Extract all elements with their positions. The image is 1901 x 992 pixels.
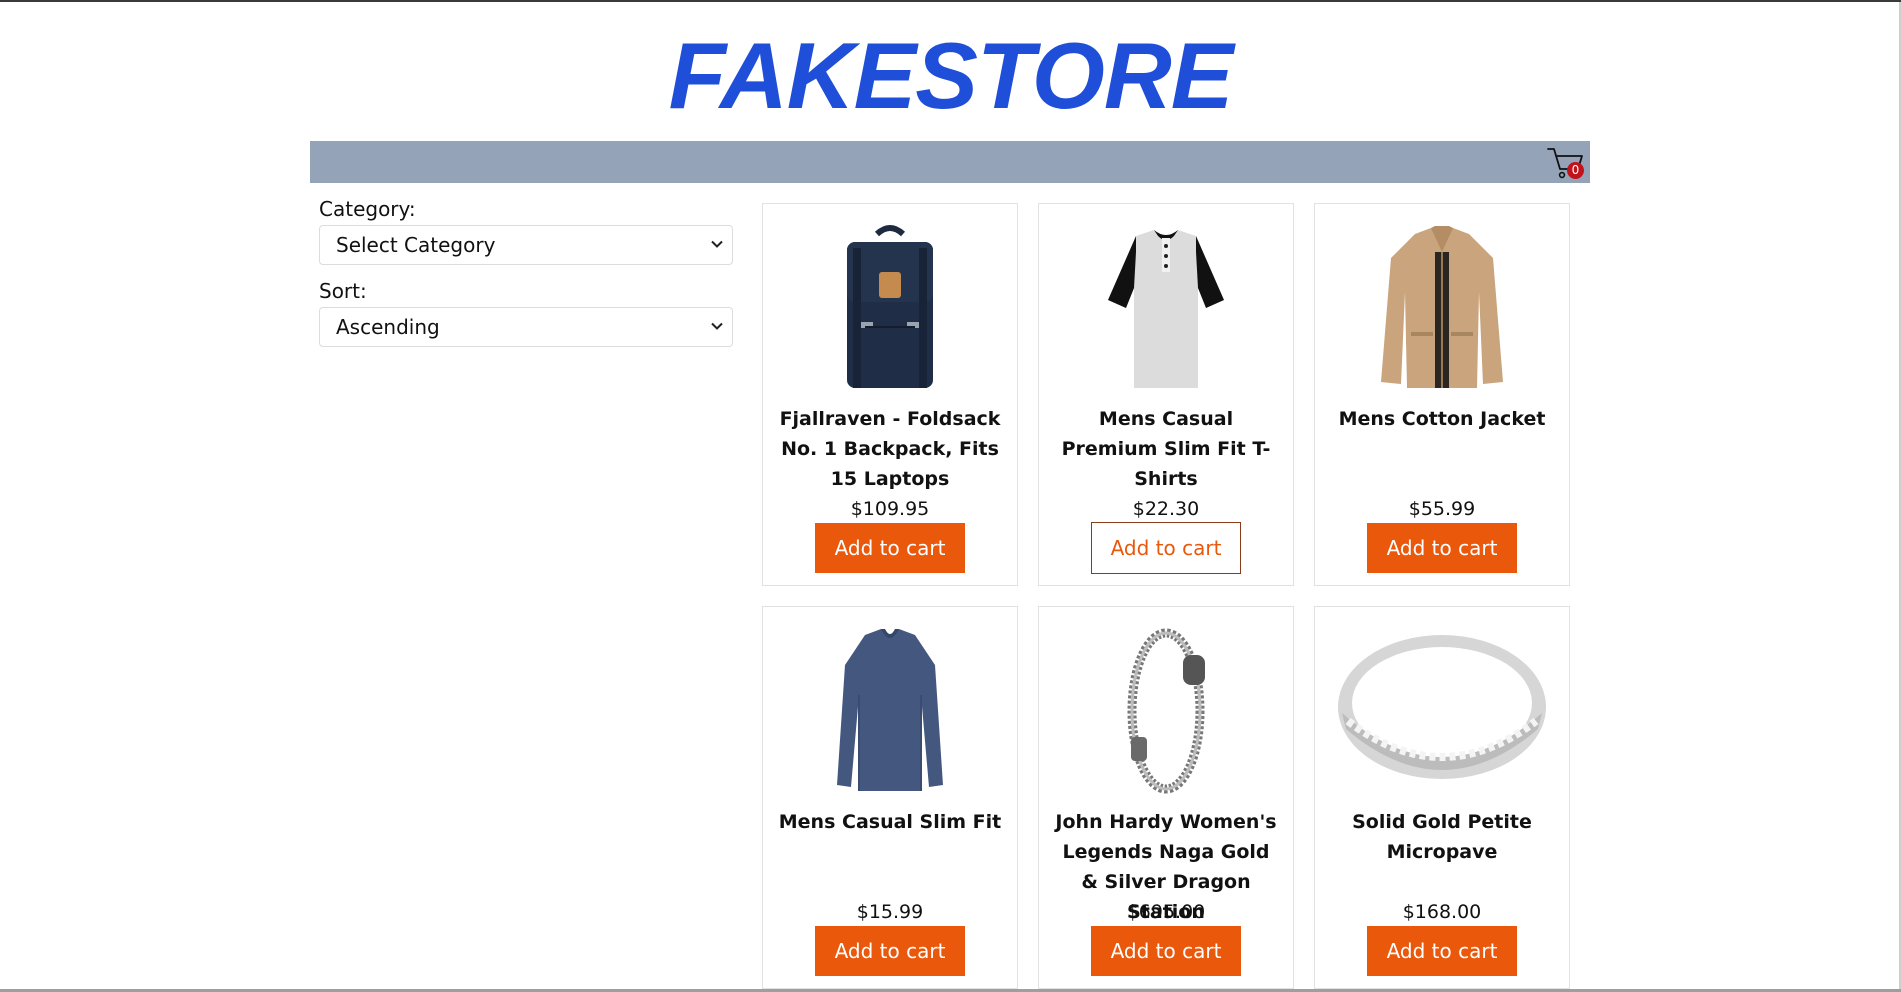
category-select[interactable]: Select Category [319, 225, 733, 265]
sort-select-value: Ascending [336, 315, 440, 339]
add-to-cart-button[interactable]: Add to cart [815, 926, 965, 976]
sort-select[interactable]: Ascending [319, 307, 733, 347]
chevron-down-icon [711, 322, 723, 330]
product-price: $695.00 [1126, 901, 1206, 923]
jacket-image [1381, 226, 1503, 388]
product-title[interactable]: Mens Casual Slim Fit [775, 807, 1005, 837]
bracelet-image [1127, 628, 1205, 794]
product-price: $168.00 [1402, 901, 1482, 923]
product-price: $15.99 [856, 901, 924, 923]
page: FAKESTORE 0 Category: Select Category So… [0, 0, 1901, 992]
product-card: Mens Casual Premium Slim Fit T-Shirts $2… [1038, 203, 1294, 586]
product-title[interactable]: Mens Cotton Jacket [1327, 404, 1557, 434]
ring-image [1338, 635, 1546, 779]
navbar: 0 [310, 141, 1590, 183]
product-image[interactable] [1315, 625, 1569, 797]
filters-panel: Category: Select Category Sort: Ascendin… [319, 197, 733, 361]
product-image[interactable] [1039, 625, 1293, 797]
category-select-value: Select Category [336, 233, 496, 257]
add-to-cart-button[interactable]: Add to cart [1091, 926, 1241, 976]
chevron-down-icon [711, 240, 723, 248]
cart-count-badge: 0 [1567, 162, 1584, 179]
product-image[interactable] [1039, 222, 1293, 394]
product-image[interactable] [763, 625, 1017, 797]
product-card: John Hardy Women's Legends Naga Gold & S… [1038, 606, 1294, 989]
add-to-cart-button[interactable]: Add to cart [815, 523, 965, 573]
longsleeve-image [837, 629, 943, 791]
cart-button[interactable]: 0 [1546, 145, 1586, 181]
product-card: Fjallraven - Foldsack No. 1 Backpack, Fi… [762, 203, 1018, 586]
brand-title: FAKESTORE [668, 23, 1234, 128]
product-price: $55.99 [1408, 498, 1476, 520]
product-price: $22.30 [1132, 498, 1200, 520]
add-to-cart-button[interactable]: Add to cart [1367, 523, 1517, 573]
category-label: Category: [319, 197, 416, 221]
tshirt-image [1108, 230, 1224, 388]
product-card: Mens Cotton Jacket $55.99 Add to cart [1314, 203, 1570, 586]
product-title[interactable]: Mens Casual Premium Slim Fit T-Shirts [1051, 404, 1281, 494]
add-to-cart-button[interactable]: Add to cart [1367, 926, 1517, 976]
product-grid: Fjallraven - Foldsack No. 1 Backpack, Fi… [762, 203, 1570, 989]
product-image[interactable] [1315, 222, 1569, 394]
product-card: Mens Casual Slim Fit $15.99 Add to cart [762, 606, 1018, 989]
sort-label: Sort: [319, 279, 367, 303]
backpack-image [847, 225, 933, 388]
product-card: Solid Gold Petite Micropave $168.00 Add … [1314, 606, 1570, 989]
product-image[interactable] [763, 222, 1017, 394]
add-to-cart-button[interactable]: Add to cart [1091, 522, 1241, 574]
product-title[interactable]: Fjallraven - Foldsack No. 1 Backpack, Fi… [775, 404, 1005, 494]
product-price: $109.95 [850, 498, 930, 520]
product-title[interactable]: Solid Gold Petite Micropave [1327, 807, 1557, 867]
